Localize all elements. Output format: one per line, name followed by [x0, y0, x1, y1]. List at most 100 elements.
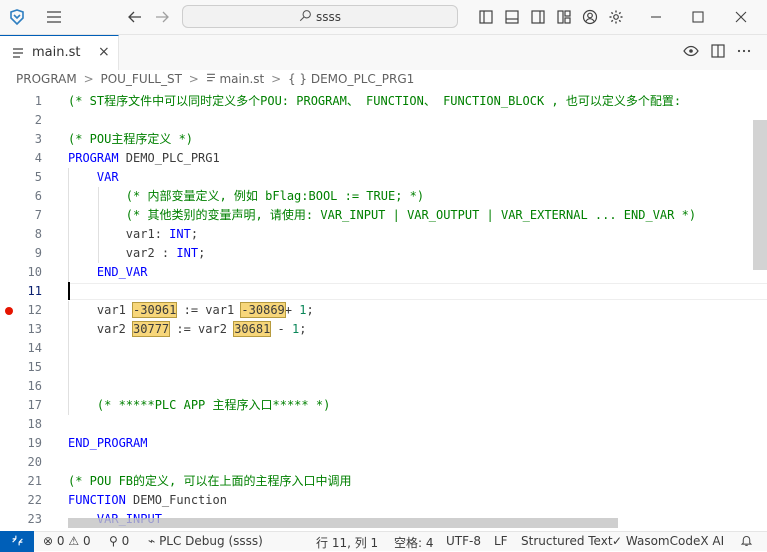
code-line[interactable]: 15	[0, 358, 767, 377]
line-number: 16	[27, 379, 42, 393]
customize-layout-icon[interactable]	[555, 8, 573, 26]
open-preview-eye-icon[interactable]	[683, 43, 699, 59]
problems-indicator[interactable]: ⊗ 0 ⚠ 0	[43, 534, 91, 548]
code-line[interactable]: 10 END_VAR	[0, 263, 767, 282]
minimize-icon[interactable]	[647, 8, 665, 26]
code-line[interactable]: 22 FUNCTION DEMO_Function	[0, 491, 767, 510]
code-editor[interactable]: 1 (* ST程序文件中可以同时定义多个POU: PROGRAM、 FUNCTIO…	[0, 92, 767, 531]
extension-indicator[interactable]: ✓ WasomCodeX AI	[612, 534, 724, 548]
editor-tab-bar: main.st ×	[0, 35, 767, 70]
remote-indicator[interactable]	[0, 531, 34, 552]
back-arrow-icon[interactable]	[126, 8, 144, 26]
vertical-scrollbar-thumb[interactable]	[753, 120, 767, 270]
breadcrumb-item-pou-full-st[interactable]: POU_FULL_ST	[100, 72, 181, 86]
code-token: -	[270, 322, 292, 336]
code-line[interactable]: 12 var1 -30961 := var1 -30869+ 1;	[0, 301, 767, 320]
code-token: var1	[68, 303, 134, 317]
remote-icon	[11, 534, 24, 550]
debug-value-badge: -30869	[240, 302, 286, 318]
command-center-search[interactable]: ssss	[182, 5, 458, 28]
code-line[interactable]: 4 PROGRAM DEMO_PLC_PRG1	[0, 149, 767, 168]
code-line[interactable]: 11	[0, 282, 767, 301]
code-token: (* ST程序文件中可以同时定义多个POU: PROGRAM、 FUNCTION…	[68, 94, 682, 108]
code-token: (* *****PLC APP 主程序入口***** *)	[96, 398, 331, 412]
line-number: 14	[27, 341, 42, 355]
code-token: var2	[68, 322, 134, 336]
code-line[interactable]: 20	[0, 453, 767, 472]
code-token: var1:	[68, 227, 170, 241]
code-token: ;	[306, 303, 314, 317]
more-actions-icon[interactable]	[736, 43, 752, 59]
encoding[interactable]: UTF-8	[446, 534, 481, 548]
code-token: INT	[169, 227, 191, 241]
text-cursor	[68, 282, 70, 300]
code-text: (* *****PLC APP 主程序入口***** *)	[68, 396, 330, 415]
code-line[interactable]: 18	[0, 415, 767, 434]
search-text: ssss	[315, 9, 341, 24]
code-line[interactable]: 5 VAR	[0, 168, 767, 187]
toggle-secondary-sidebar-icon[interactable]	[529, 8, 547, 26]
line-number: 18	[27, 417, 42, 431]
line-number: 19	[27, 436, 42, 450]
breadcrumb-item-main-st[interactable]: main.st	[219, 72, 264, 86]
app-logo-icon	[8, 8, 26, 26]
maximize-icon[interactable]	[689, 8, 707, 26]
debug-value-badge: 30681	[233, 321, 272, 337]
radio-tower-icon: ⚲	[109, 534, 118, 548]
line-number: 9	[34, 246, 42, 260]
code-text: END_PROGRAM	[68, 434, 147, 453]
code-text: (* 内部变量定义, 例如 bFlag:BOOL := TRUE; *)	[68, 187, 424, 206]
breadcrumb-separator: >	[271, 72, 282, 86]
cursor-position[interactable]: 行 11, 列 1	[316, 534, 378, 551]
code-line[interactable]: 3 (* POU主程序定义 *)	[0, 130, 767, 149]
toggle-panel-icon[interactable]	[503, 8, 521, 26]
language-mode[interactable]: Structured Text	[521, 534, 613, 548]
code-line[interactable]: 13 var2 30777 := var2 30681 - 1;	[0, 320, 767, 339]
menu-icon[interactable]	[45, 8, 63, 26]
code-line[interactable]: 21 (* POU FB的定义, 可以在上面的主程序入口中调用	[0, 472, 767, 491]
line-number: 15	[27, 360, 42, 374]
settings-gear-icon[interactable]	[607, 8, 625, 26]
line-number: 2	[34, 113, 42, 127]
breakpoint-icon[interactable]	[5, 307, 13, 315]
code-token: INT	[176, 246, 199, 260]
breadcrumb-item-program[interactable]: PROGRAM	[16, 72, 77, 86]
code-line[interactable]: 2	[0, 111, 767, 130]
debug-indicator[interactable]: ⌁ PLC Debug (ssss)	[148, 534, 263, 548]
code-line[interactable]: 7 (* 其他类别的变量声明, 请使用: VAR_INPUT | VAR_OUT…	[0, 206, 767, 225]
code-token: FUNCTION	[68, 493, 126, 507]
notifications-bell-icon[interactable]	[740, 534, 753, 550]
indentation[interactable]: 空格: 4	[394, 534, 434, 551]
ports-indicator[interactable]: ⚲ 0	[109, 534, 129, 548]
breadcrumb-separator: >	[83, 72, 94, 86]
line-number: 12	[27, 303, 42, 317]
close-window-icon[interactable]	[732, 8, 750, 26]
code-line[interactable]: 19 END_PROGRAM	[0, 434, 767, 453]
horizontal-scrollbar-thumb[interactable]	[68, 518, 618, 528]
line-number: 3	[34, 132, 42, 146]
code-line[interactable]: 8 var1: INT;	[0, 225, 767, 244]
code-line[interactable]: 17 (* *****PLC APP 主程序入口***** *)	[0, 396, 767, 415]
tab-close-icon[interactable]: ×	[98, 44, 110, 60]
code-line[interactable]: 14	[0, 339, 767, 358]
search-icon	[299, 9, 312, 25]
toggle-primary-sidebar-icon[interactable]	[477, 8, 495, 26]
title-bar: ssss	[0, 0, 767, 35]
code-line[interactable]: 1 (* ST程序文件中可以同时定义多个POU: PROGRAM、 FUNCTIO…	[0, 92, 767, 111]
account-icon[interactable]	[581, 8, 599, 26]
code-line[interactable]: 6 (* 内部变量定义, 例如 bFlag:BOOL := TRUE; *)	[0, 187, 767, 206]
tab-main-st[interactable]: main.st ×	[0, 35, 119, 70]
debug-label: PLC Debug (ssss)	[159, 534, 263, 548]
end-of-line[interactable]: LF	[494, 534, 508, 548]
breadcrumb-item-symbol[interactable]: { } DEMO_PLC_PRG1	[288, 72, 414, 86]
forward-arrow-icon[interactable]	[153, 8, 171, 26]
code-text: var1: INT;	[68, 225, 198, 244]
split-editor-icon[interactable]	[710, 43, 726, 59]
code-line[interactable]: 9 var2 : INT;	[0, 244, 767, 263]
code-token: := var2	[169, 322, 235, 336]
code-line[interactable]: 16	[0, 377, 767, 396]
line-number: 1	[34, 94, 42, 108]
code-text: VAR	[68, 168, 119, 187]
